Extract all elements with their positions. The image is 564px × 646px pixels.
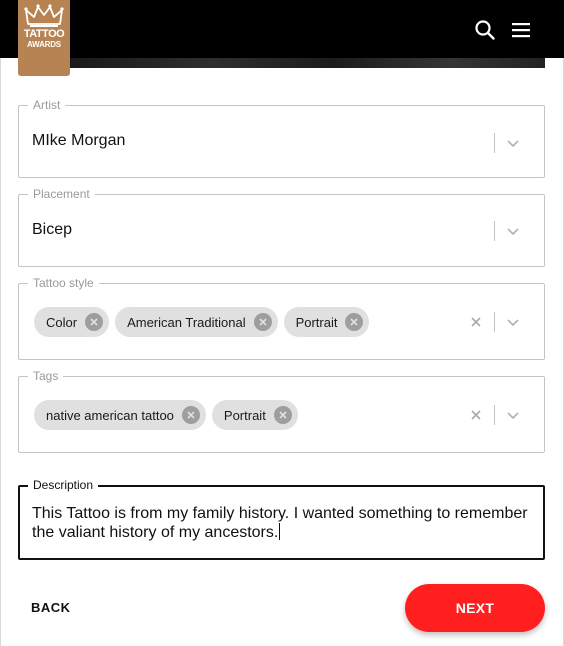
chevron-down-icon[interactable] xyxy=(506,408,520,422)
tags-select[interactable]: Tags native american tattoo Portrait xyxy=(18,370,545,453)
artist-value: MIke Morgan xyxy=(32,132,126,149)
separator xyxy=(494,221,495,241)
chip: American Traditional xyxy=(115,307,278,337)
chip-label: American Traditional xyxy=(127,314,246,330)
separator xyxy=(494,405,495,425)
logo-line-1: TATTOO xyxy=(23,28,65,40)
close-icon xyxy=(90,318,98,326)
tags-chips: native american tattoo Portrait xyxy=(34,400,298,430)
chevron-down-icon[interactable] xyxy=(506,315,520,329)
artist-select[interactable]: Artist MIke Morgan xyxy=(18,99,545,178)
chip: native american tattoo xyxy=(34,400,206,430)
description-label: Description xyxy=(28,479,99,492)
close-icon xyxy=(259,318,267,326)
chip: Portrait xyxy=(211,400,298,430)
search-icon xyxy=(475,20,495,40)
chip: Color xyxy=(34,307,110,337)
tags-label: Tags xyxy=(28,370,64,383)
text-caret xyxy=(279,523,281,540)
logo-text: TATTOO AWARDS xyxy=(23,28,65,50)
description-field[interactable]: Description This Tattoo is from my famil… xyxy=(18,479,545,560)
chip-remove-button[interactable] xyxy=(345,313,364,331)
close-icon xyxy=(350,318,359,326)
tattoo-style-label: Tattoo style xyxy=(28,277,99,290)
separator xyxy=(494,133,495,153)
chip-label: Portrait xyxy=(295,314,338,330)
placement-label: Placement xyxy=(28,188,95,201)
chip-remove-button[interactable] xyxy=(181,406,200,424)
back-button[interactable]: BACK xyxy=(31,600,71,615)
clear-icon[interactable] xyxy=(469,315,483,329)
chip-remove-button[interactable] xyxy=(85,313,104,331)
chip-label: Color xyxy=(46,314,78,330)
search-button[interactable] xyxy=(473,18,497,42)
chip-label: Portrait xyxy=(223,407,266,423)
menu-button[interactable] xyxy=(509,18,533,42)
chip: Portrait xyxy=(283,307,370,337)
next-button[interactable]: NEXT xyxy=(405,584,545,632)
artist-label: Artist xyxy=(28,99,66,112)
close-icon xyxy=(279,411,287,419)
tattoo-style-select[interactable]: Tattoo style Color American Traditional … xyxy=(18,277,545,360)
crown-icon xyxy=(24,4,64,27)
chip-remove-button[interactable] xyxy=(273,406,292,424)
chevron-down-icon[interactable] xyxy=(506,136,520,150)
placement-value: Bicep xyxy=(32,221,73,238)
chip-remove-button[interactable] xyxy=(253,313,272,331)
placement-select[interactable]: Placement Bicep xyxy=(18,188,545,267)
chip-label: native american tattoo xyxy=(46,407,174,423)
logo-line-2: AWARDS xyxy=(27,40,61,49)
close-icon xyxy=(187,411,195,419)
menu-icon xyxy=(512,23,530,38)
chevron-down-icon[interactable] xyxy=(506,224,520,238)
description-textarea[interactable]: This Tattoo is from my family history. I… xyxy=(32,504,533,542)
separator xyxy=(494,312,495,332)
clear-icon[interactable] xyxy=(469,408,483,422)
logo[interactable]: TATTOO AWARDS xyxy=(18,0,70,76)
header-banner-strip xyxy=(70,58,545,68)
next-button-label: NEXT xyxy=(455,600,495,616)
tattoo-style-chips: Color American Traditional Portrait xyxy=(34,307,370,337)
